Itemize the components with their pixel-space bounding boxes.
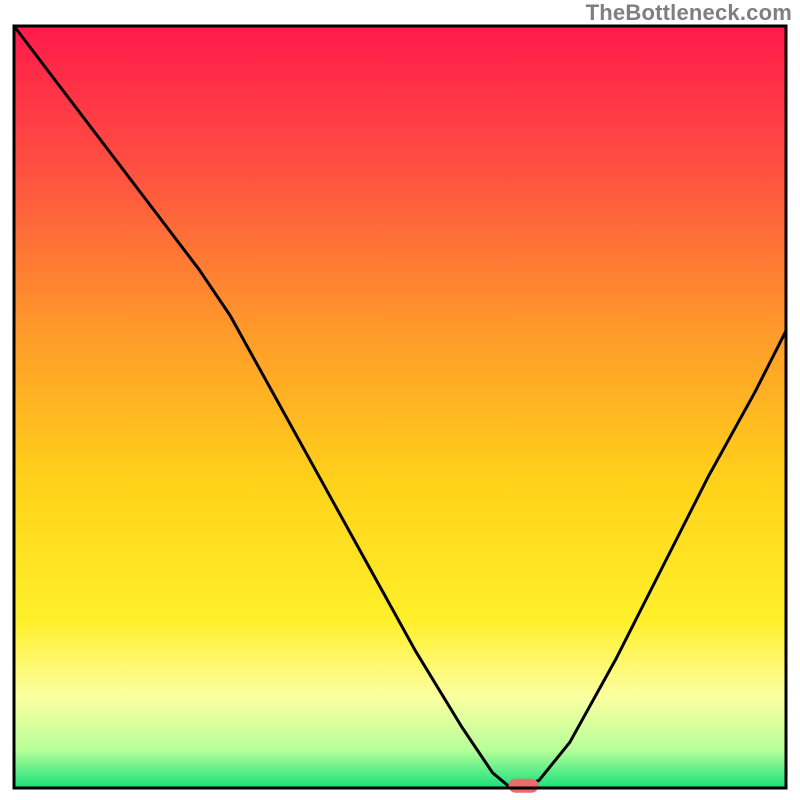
watermark-text: TheBottleneck.com <box>586 0 792 26</box>
chart-background-gradient <box>14 26 786 788</box>
bottleneck-chart <box>0 0 800 800</box>
optimal-point-marker <box>509 779 539 793</box>
